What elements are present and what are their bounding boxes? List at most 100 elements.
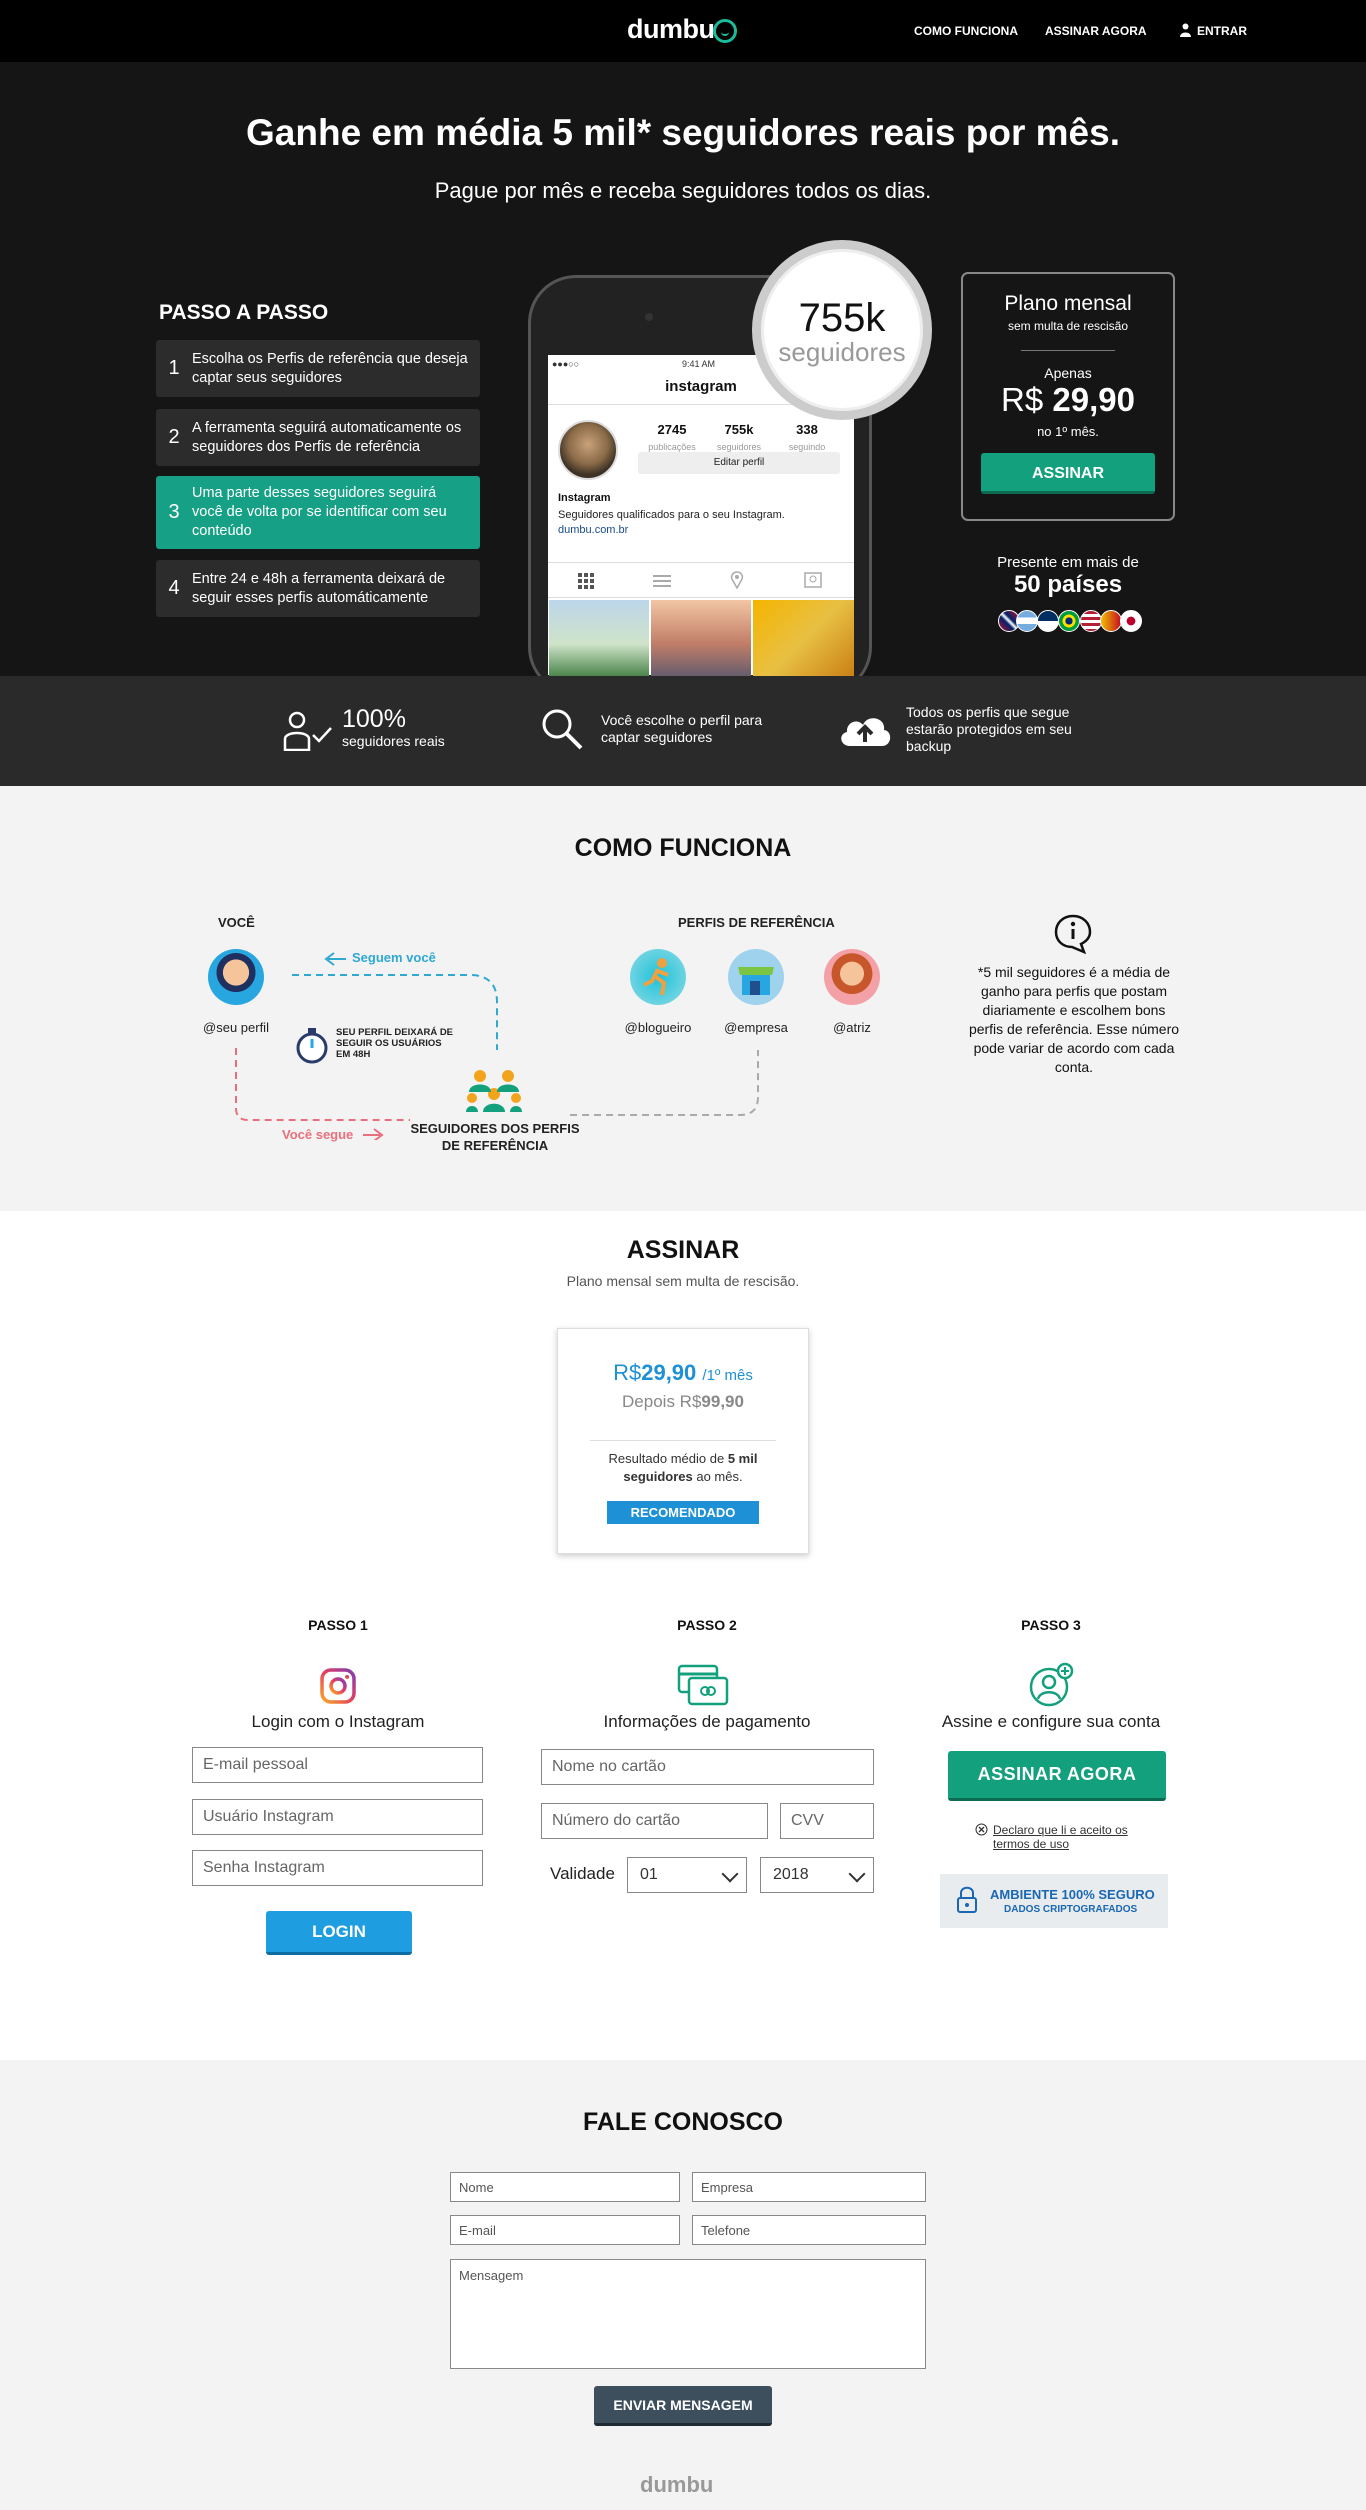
assinar-button[interactable]: ASSINAR	[981, 453, 1155, 494]
empresa-avatar	[728, 949, 784, 1005]
step-text: A ferramenta seguirá automaticamente os …	[192, 419, 462, 455]
runner-icon	[643, 958, 669, 996]
login-button[interactable]: LOGIN	[266, 1911, 412, 1955]
ig-stat-value: 338	[796, 422, 818, 437]
plan-title: Plano mensal	[1004, 292, 1132, 315]
plan-apenas: Apenas	[1044, 365, 1092, 381]
dumbu-logo[interactable]: dumbu	[627, 14, 715, 45]
tagged-icon	[804, 572, 822, 588]
contact-company-field[interactable]	[692, 2172, 926, 2202]
countries-count: 50 países	[1013, 571, 1123, 598]
badge-label: seguidores	[778, 337, 906, 367]
instagram-password-field[interactable]	[192, 1850, 483, 1886]
referencia-path	[570, 1050, 759, 1116]
card-divider	[590, 1440, 776, 1441]
passo3-desc: Assine e configure sua conta	[941, 1712, 1161, 1731]
ig-stat-label: publicações	[648, 442, 696, 452]
flag-japan-icon	[1120, 610, 1142, 632]
card-price-value: 29,90	[641, 1360, 697, 1385]
handle-blogueiro: @blogueiro	[624, 1020, 692, 1035]
recomendado-badge: RECOMENDADO	[607, 1501, 759, 1524]
flag-spain-icon	[1100, 610, 1122, 632]
logo-smile-icon	[713, 19, 737, 43]
stopwatch-icon	[296, 1028, 328, 1064]
flag-country-icon	[1037, 610, 1059, 632]
contact-message-field[interactable]	[450, 2259, 926, 2369]
card-name-field[interactable]	[541, 1749, 874, 1785]
expiry-month-select[interactable]: 01	[627, 1857, 747, 1893]
ig-bio-name: Instagram	[558, 492, 611, 504]
badge-number: 755k	[798, 296, 886, 340]
blogueiro-avatar	[630, 949, 686, 1005]
expiry-year-select[interactable]: 2018	[760, 1857, 874, 1893]
plan-price-value: 29,90	[1052, 381, 1135, 418]
feature-100-percent: 100%	[342, 705, 406, 733]
cvv-field[interactable]	[780, 1803, 874, 1839]
feature-backup: Todos os perfis que segue estarão proteg…	[906, 704, 1072, 754]
search-icon	[542, 709, 583, 750]
ig-photo-park	[549, 600, 649, 680]
step-number: 3	[168, 501, 180, 523]
grid-icon	[578, 573, 594, 589]
seguem-voce-label: Seguem você	[352, 950, 436, 965]
step-text: Entre 24 e 48h a ferramenta deixará de s…	[192, 570, 446, 606]
passo1-title: PASSO 1	[308, 1617, 368, 1633]
plan-divider	[1021, 350, 1115, 351]
arrow-left-icon	[324, 952, 346, 966]
chevron-down-icon	[721, 1865, 739, 1883]
seguidores-referencia-label: SEGUIDORES DOS PERFIS DE REFERÊNCIA	[410, 1121, 580, 1153]
card-result: Resultado médio de 5 mil seguidores ao m…	[580, 1450, 786, 1486]
enviar-mensagem-button[interactable]: ENVIAR MENSAGEM	[594, 2386, 772, 2426]
user-settings-icon	[1029, 1662, 1074, 1707]
cloud-upload-icon	[841, 718, 891, 746]
ig-stat-followers: 755k seguidores	[709, 422, 769, 455]
email-field[interactable]	[192, 1747, 483, 1783]
ig-stat-label: seguindo	[788, 442, 826, 452]
passo1-desc: Login com o Instagram	[251, 1712, 425, 1731]
ig-stat-value: 755k	[724, 422, 754, 437]
plan-currency: R$	[1001, 381, 1044, 418]
secure-title: AMBIENTE 100% SEGURO	[990, 1887, 1155, 1902]
contact-phone-field[interactable]	[692, 2215, 926, 2245]
contact-name-field[interactable]	[450, 2172, 680, 2202]
secure-subtitle: DADOS CRIPTOGRAFADOS	[1004, 1904, 1138, 1915]
step-text: Escolha os Perfis de referência que dese…	[192, 350, 468, 386]
chevron-down-icon	[848, 1865, 866, 1883]
nav-como-funciona-link[interactable]: COMO FUNCIONA	[914, 24, 1018, 38]
card-after-price: Depois R$99,90	[557, 1392, 809, 1412]
flag-brazil-icon	[1058, 610, 1080, 632]
ig-tab-bar	[548, 562, 854, 598]
instagram-username-field[interactable]	[192, 1799, 483, 1835]
card-number-field[interactable]	[541, 1803, 768, 1839]
footer-logo[interactable]: dumbu	[640, 2472, 713, 2498]
contact-email-field[interactable]	[450, 2215, 680, 2245]
nav-entrar-link[interactable]: ENTRAR	[1197, 24, 1247, 38]
step-number: 2	[168, 426, 180, 448]
expiry-year-value: 2018	[773, 1866, 809, 1883]
list-icon	[653, 575, 671, 587]
steps-title: PASSO A PASSO	[159, 301, 329, 324]
nav-assinar-agora-link[interactable]: ASSINAR AGORA	[1045, 24, 1147, 38]
plan-first-month: no 1º mês.	[1037, 424, 1099, 439]
terms-link[interactable]: Declaro que li e aceito os termos de uso	[993, 1823, 1143, 1851]
ig-stat-following: 338 seguindo	[777, 422, 837, 455]
hero-subtitle: Pague por mês e receba seguidores todos …	[434, 178, 932, 203]
card-result-post: ao mês.	[696, 1469, 743, 1484]
step-2: 2 A ferramenta seguirá automaticamente os…	[156, 409, 480, 466]
location-pin-icon	[730, 571, 744, 589]
passo3-title: PASSO 3	[1021, 1617, 1081, 1633]
assinar-agora-button[interactable]: ASSINAR AGORA	[948, 1751, 1166, 1801]
step-4: 4 Entre 24 e 48h a ferramenta deixará de …	[156, 560, 480, 617]
ig-avatar	[558, 420, 618, 480]
passo2-title: PASSO 2	[677, 1617, 737, 1633]
ig-bio-text: Seguidores qualificados para o seu Insta…	[558, 509, 785, 521]
info-text: *5 mil seguidores é a média de ganho par…	[968, 964, 1180, 1075]
ig-stat-value: 2745	[657, 422, 687, 437]
payment-cards-icon	[677, 1664, 729, 1706]
step-1: 1 Escolha os Perfis de referência que des…	[156, 340, 480, 397]
user-icon[interactable]	[1180, 23, 1191, 37]
instagram-icon	[320, 1668, 356, 1704]
checkbox-x-icon[interactable]	[975, 1823, 988, 1836]
step-3: 3 Uma parte desses seguidores seguirá voc…	[156, 476, 480, 549]
phone-camera	[645, 313, 653, 321]
